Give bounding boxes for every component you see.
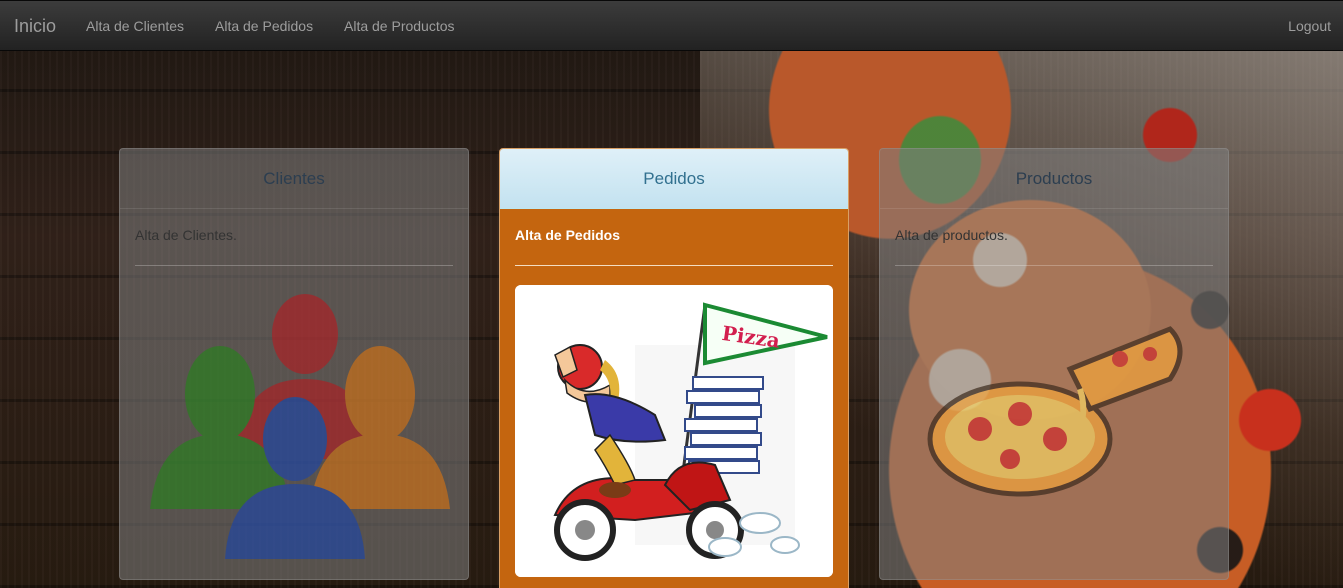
pedidos-panel-title: Pedidos — [500, 149, 848, 209]
pedidos-panel-link[interactable]: Alta de Pedidos — [500, 209, 848, 243]
nav-alta-clientes[interactable]: Alta de Clientes — [86, 18, 184, 34]
pedidos-panel[interactable]: Pedidos Alta de Pedidos Pizza — [499, 148, 849, 588]
nav-alta-productos[interactable]: Alta de Productos — [344, 18, 455, 34]
productos-divider — [895, 265, 1213, 266]
users-group-icon — [150, 294, 450, 559]
clientes-panel-link[interactable]: Alta de Clientes. — [120, 209, 468, 243]
pedidos-divider — [515, 265, 833, 266]
productos-panel-link[interactable]: Alta de productos. — [880, 209, 1228, 243]
productos-panel-title: Productos — [880, 149, 1228, 209]
clientes-panel[interactable]: Clientes Alta de Clientes. — [119, 148, 469, 580]
pizza-delivery-illustration: Pizza — [515, 285, 833, 577]
logout-link[interactable]: Logout — [1288, 18, 1331, 34]
productos-panel[interactable]: Productos Alta de productos. — [879, 148, 1229, 580]
pizza-icon — [927, 326, 1183, 497]
top-navbar: Inicio Alta de Clientes Alta de Pedidos … — [0, 0, 1343, 51]
brand-home-link[interactable]: Inicio — [14, 16, 56, 37]
clientes-panel-title: Clientes — [120, 149, 468, 209]
nav-alta-pedidos[interactable]: Alta de Pedidos — [215, 18, 313, 34]
pizza-delivery-image: Pizza — [515, 285, 833, 577]
clientes-divider — [135, 265, 453, 266]
